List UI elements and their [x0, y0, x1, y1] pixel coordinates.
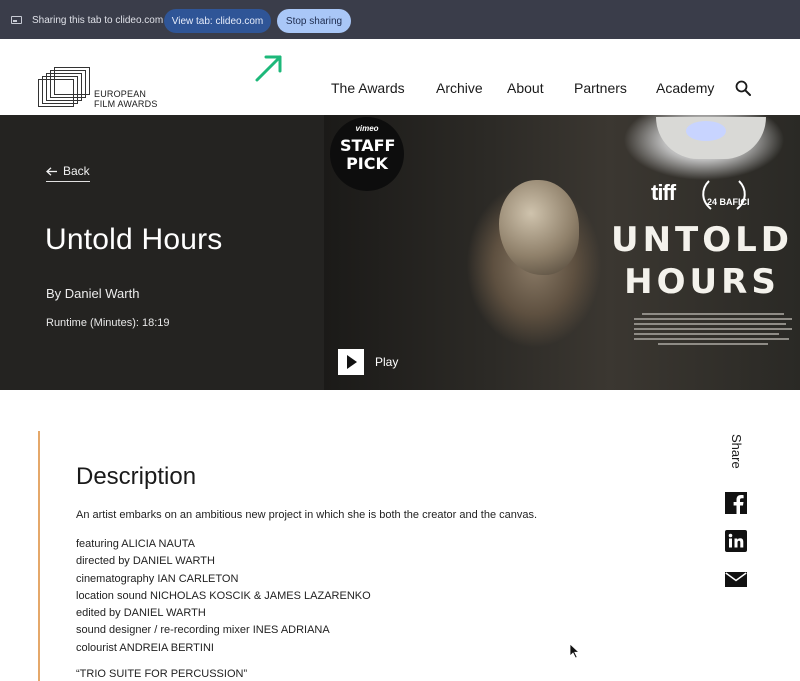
credit-line: edited by DANIEL WARTH	[76, 607, 206, 620]
arrow-left-icon	[46, 166, 57, 176]
tab-share-icon	[11, 16, 22, 24]
facebook-icon[interactable]	[725, 492, 747, 514]
music-credit: “TRIO SUITE FOR PERCUSSION”	[76, 668, 248, 680]
credit-line: directed by DANIEL WARTH	[76, 555, 215, 568]
european-film-awards-logo[interactable]: EUROPEAN FILM AWARDS	[38, 67, 168, 109]
mouse-cursor-icon	[569, 643, 581, 659]
credits-list: featuring ALICIA NAUTA directed by DANIE…	[76, 536, 371, 657]
logo-line-2: FILM AWARDS	[94, 99, 158, 109]
logo-text: EUROPEAN FILM AWARDS	[94, 89, 158, 109]
film-director: By Daniel Warth	[46, 286, 140, 301]
vimeo-staff-pick-badge: vimeo STAFF PICK	[330, 117, 404, 191]
poster-title-line-2: HOURS	[624, 262, 780, 302]
bafici-logo: 24 BAFICI	[707, 197, 750, 207]
view-tab-button[interactable]: View tab: clideo.com	[164, 9, 271, 33]
back-link[interactable]: Back	[46, 164, 90, 182]
stop-sharing-button[interactable]: Stop sharing	[277, 9, 351, 33]
tab-sharing-bar: Sharing this tab to clideo.com View tab:…	[0, 0, 800, 39]
green-arrow-annotation-icon	[255, 55, 282, 82]
back-label: Back	[63, 164, 90, 178]
search-icon[interactable]	[735, 80, 751, 96]
linkedin-icon[interactable]	[725, 530, 747, 552]
film-hero: Back Untold Hours By Daniel Warth Runtim…	[0, 115, 800, 390]
nav-academy[interactable]: Academy	[656, 80, 714, 96]
nav-about[interactable]: About	[507, 80, 544, 96]
nav-archive[interactable]: Archive	[436, 80, 483, 96]
film-poster-image[interactable]: vimeo STAFF PICK tiff 24 BAFICI UNTOLD H…	[324, 115, 800, 390]
email-icon[interactable]	[725, 569, 747, 591]
staff-pick-text: STAFF PICK	[340, 136, 396, 173]
poster-credits-block	[634, 313, 792, 348]
nav-partners[interactable]: Partners	[574, 80, 627, 96]
logo-line-1: EUROPEAN	[94, 89, 147, 99]
bafici-laurel-icon	[702, 180, 746, 210]
lamp-light	[686, 121, 726, 141]
film-info-panel: Back Untold Hours By Daniel Warth Runtim…	[0, 115, 324, 390]
description-summary: An artist embarks on an ambitious new pr…	[76, 509, 538, 521]
sharing-status-text: Sharing this tab to clideo.com	[32, 15, 164, 26]
play-button[interactable]	[338, 349, 364, 375]
play-label[interactable]: Play	[375, 355, 398, 369]
description-heading: Description	[76, 463, 197, 490]
credit-line: location sound NICHOLAS KOSCIK & JAMES L…	[76, 589, 371, 602]
vimeo-wordmark: vimeo	[355, 124, 379, 133]
poster-title-line-1: UNTOLD	[610, 220, 794, 260]
poster-title: UNTOLD HOURS	[604, 219, 800, 303]
logo-frames-icon	[38, 67, 92, 107]
film-title: Untold Hours	[45, 223, 223, 256]
film-runtime: Runtime (Minutes): 18:19	[46, 317, 170, 329]
credit-line: colourist ANDREIA BERTINI	[76, 641, 214, 654]
credit-line: featuring ALICIA NAUTA	[76, 538, 196, 550]
tiff-logo: tiff	[651, 180, 676, 205]
credit-line: cinematography IAN CARLETON	[76, 572, 239, 585]
credit-line: sound designer / re-recording mixer INES…	[76, 624, 330, 637]
nav-the-awards[interactable]: The Awards	[331, 80, 405, 96]
share-label: Share	[729, 434, 744, 469]
accent-divider	[38, 431, 40, 681]
sculpture-head	[499, 180, 579, 275]
